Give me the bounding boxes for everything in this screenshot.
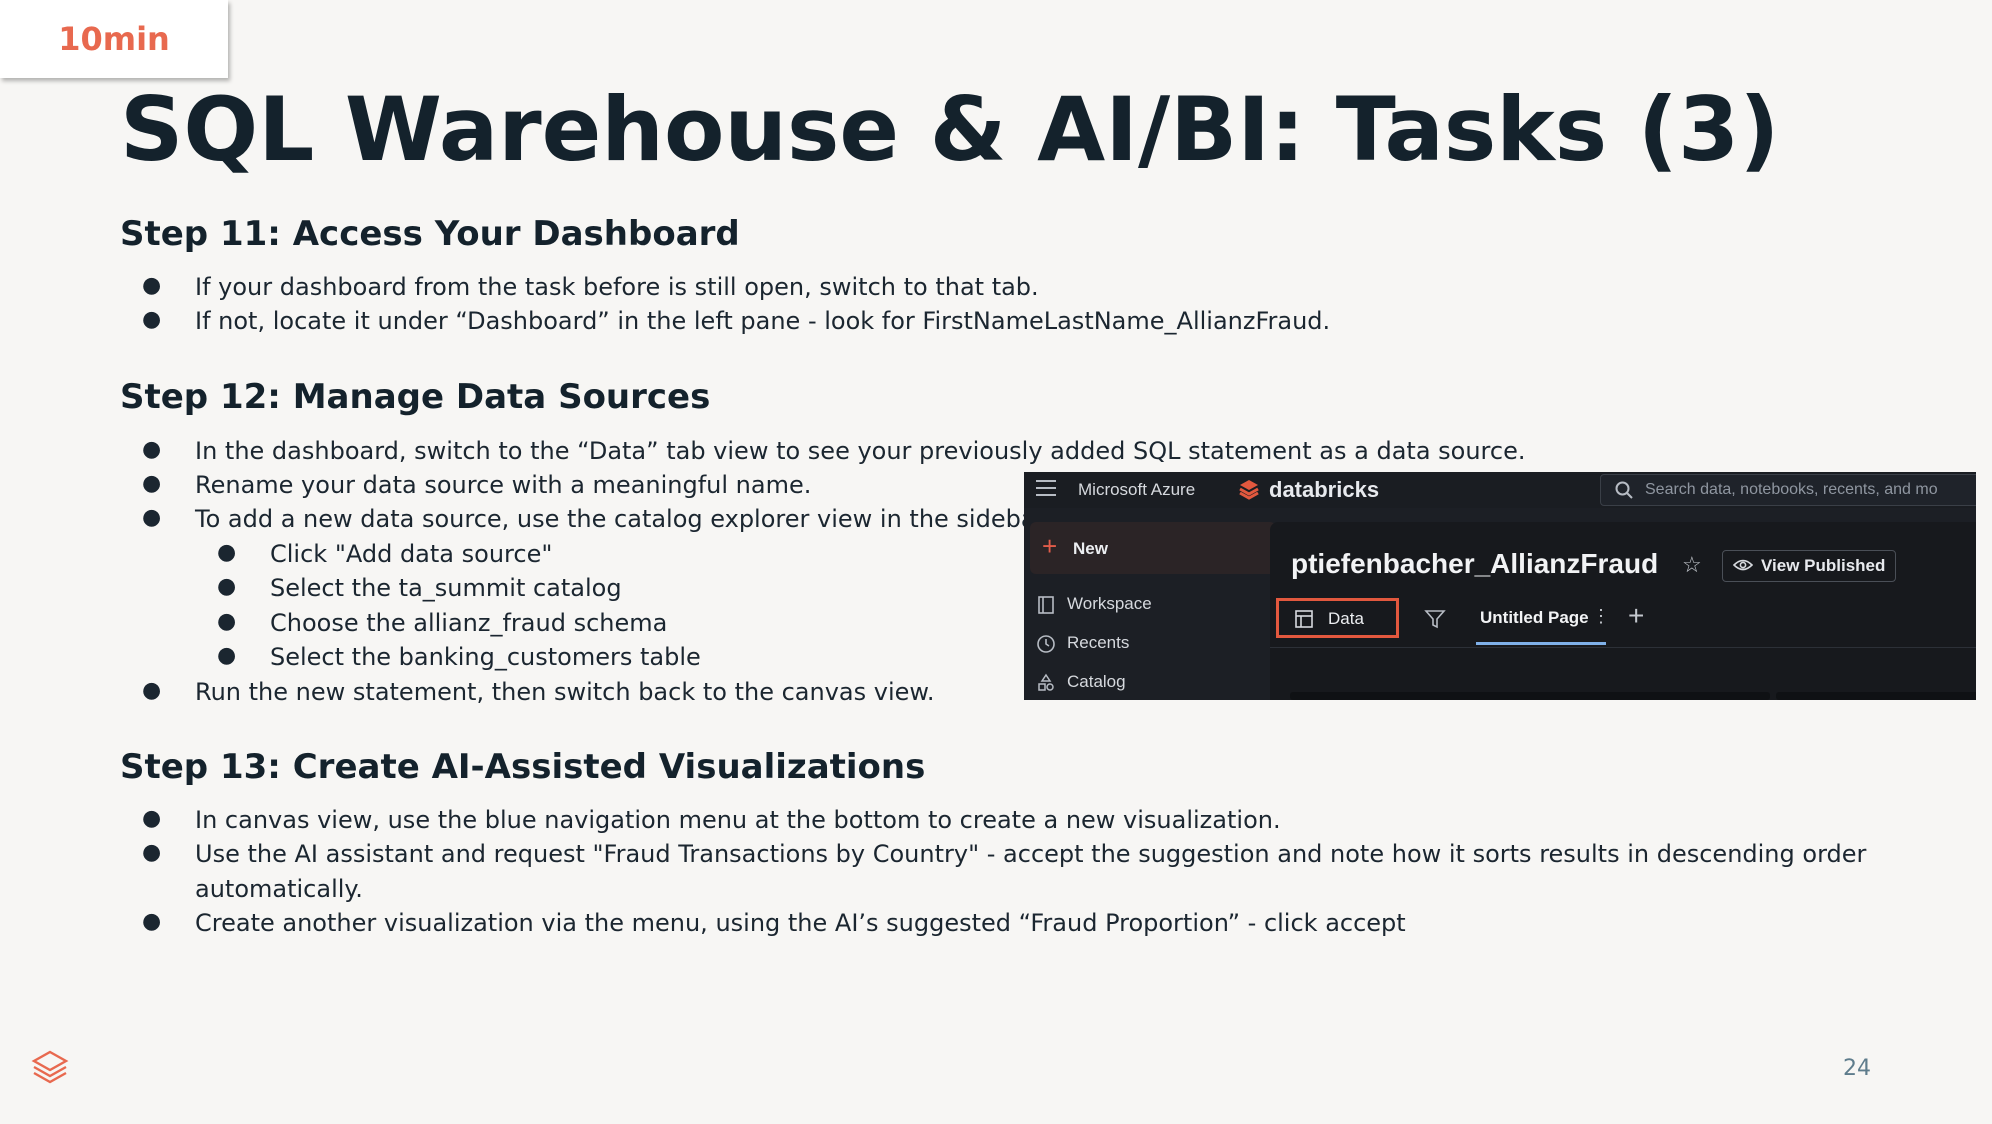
- plus-icon: +: [1042, 531, 1058, 561]
- filter-icon[interactable]: [1424, 608, 1446, 630]
- dashboard-main: ptiefenbacher_AllianzFraud ☆ View Publis…: [1270, 522, 1976, 700]
- kebab-menu-icon[interactable]: ⋮: [1592, 606, 1610, 627]
- tab-data[interactable]: Data: [1276, 598, 1399, 638]
- clock-icon: [1037, 635, 1055, 653]
- databricks-logo-icon: [31, 1050, 69, 1084]
- tab-untitled-page[interactable]: Untitled Page: [1480, 608, 1589, 628]
- databricks-screenshot: Microsoft Azure databricks Search data, …: [1024, 472, 1976, 700]
- brand-label: Microsoft Azure: [1078, 480, 1196, 499]
- search-icon: [1615, 481, 1633, 499]
- step-12-heading: Step 12: Manage Data Sources: [120, 377, 711, 417]
- step-11-heading: Step 11: Access Your Dashboard: [120, 214, 740, 254]
- step-13-heading: Step 13: Create AI-Assisted Visualizatio…: [120, 747, 926, 787]
- menu-icon[interactable]: [1036, 480, 1056, 496]
- star-icon[interactable]: ☆: [1682, 552, 1702, 578]
- new-label: New: [1073, 539, 1108, 558]
- divider: [1270, 647, 1976, 648]
- top-bar: Microsoft Azure databricks Search data, …: [1024, 472, 1976, 508]
- canvas-strip: [1776, 692, 1976, 700]
- databricks-logo-icon: [1239, 480, 1259, 500]
- dashboard-title: ptiefenbacher_AllianzFraud: [1291, 548, 1659, 579]
- search-input[interactable]: Search data, notebooks, recents, and mo: [1600, 474, 1976, 506]
- duration-badge: 10min: [0, 0, 228, 78]
- catalog-icon: [1038, 673, 1054, 691]
- add-page-icon[interactable]: +: [1628, 600, 1644, 632]
- view-published-button[interactable]: View Published: [1722, 550, 1896, 582]
- product-name: databricks: [1269, 477, 1380, 502]
- eye-icon: [1733, 559, 1753, 571]
- slide-title: SQL Warehouse & AI/BI: Tasks (3): [120, 78, 1780, 181]
- active-tab-indicator: [1476, 642, 1606, 645]
- search-placeholder: Search data, notebooks, recents, and mo: [1645, 481, 1938, 498]
- new-button[interactable]: + New: [1030, 522, 1276, 574]
- page-number: 24: [1843, 1056, 1871, 1081]
- canvas-strip: [1290, 692, 1770, 700]
- workspace-icon: [1038, 596, 1054, 614]
- table-icon: [1295, 610, 1313, 628]
